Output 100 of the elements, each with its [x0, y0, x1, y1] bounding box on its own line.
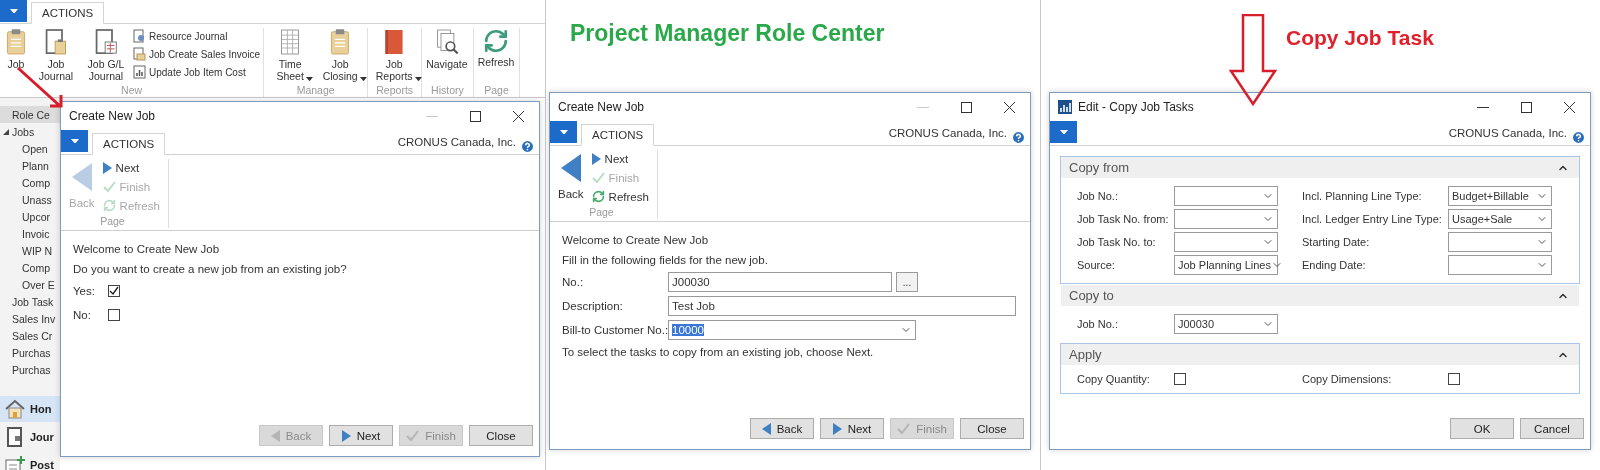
sidebar-item[interactable]: Role Ce: [0, 106, 60, 123]
help-icon[interactable]: [520, 139, 535, 154]
refresh-icon: [591, 190, 605, 203]
dropdown-field[interactable]: [1174, 232, 1278, 252]
check-icon: [897, 422, 911, 435]
sidebar-item[interactable]: Open: [0, 140, 60, 157]
company-name: CRONUS Canada, Inc.: [888, 127, 1007, 139]
caret-icon: [9, 8, 18, 14]
next-arrow-icon: [341, 429, 351, 442]
group-label: Manage: [296, 83, 335, 98]
actions-tab[interactable]: ACTIONS: [31, 2, 105, 24]
help-icon[interactable]: [1571, 130, 1586, 145]
next-button[interactable]: Next: [820, 418, 884, 439]
back-button[interactable]: Back: [750, 418, 814, 439]
refresh-action[interactable]: Refresh: [591, 188, 649, 205]
check-icon: [406, 429, 420, 442]
section-header[interactable]: Copy from: [1061, 157, 1579, 178]
instruction-text: Fill in the following fields for the new job.: [562, 253, 769, 268]
ribbon-button[interactable]: Refresh: [476, 28, 517, 68]
lookup-button[interactable]: ...: [896, 272, 918, 292]
sidebar-item[interactable]: Plann: [0, 157, 60, 174]
ribbon-button[interactable]: Resource Journal: [133, 28, 261, 44]
refresh-icon: [483, 28, 509, 54]
dialog-button[interactable]: OK: [1450, 418, 1514, 439]
dropdown-field[interactable]: [1448, 255, 1552, 275]
close-icon: [1004, 101, 1015, 113]
input-field[interactable]: J00030: [668, 272, 892, 292]
group-label: Page: [100, 214, 125, 228]
navigation-button[interactable]: Post: [0, 452, 60, 470]
sidebar-item[interactable]: Comp: [0, 174, 60, 191]
dialog-button[interactable]: Cancel: [1520, 418, 1584, 439]
ribbon-button[interactable]: Job: [3, 28, 30, 70]
checkbox[interactable]: [108, 309, 120, 321]
field-label: Incl. Ledger Entry Line Type:: [1302, 213, 1443, 225]
dropdown-field[interactable]: 10000: [668, 320, 916, 340]
ribbon-button[interactable]: Update Job Item Cost: [133, 64, 261, 80]
dropdown-field[interactable]: Usage+Sale: [1448, 209, 1552, 229]
dropdown-field[interactable]: Budget+Billable: [1448, 186, 1552, 206]
caret-icon: [1059, 129, 1068, 135]
checkbox[interactable]: [1174, 373, 1186, 385]
group-label: Reports: [376, 83, 414, 98]
section-header[interactable]: Apply: [1061, 344, 1579, 365]
sidebar-item[interactable]: WIP N: [0, 242, 60, 259]
ribbon-button[interactable]: Job Reports: [371, 28, 419, 84]
sidebar-item[interactable]: Upcor: [0, 208, 60, 225]
actions-tab[interactable]: ACTIONS: [581, 124, 655, 146]
sidebar-item[interactable]: Unass: [0, 191, 60, 208]
next-button[interactable]: Next: [329, 425, 393, 446]
back-arrow-icon: [71, 163, 92, 191]
dropdown-field[interactable]: [1174, 186, 1278, 206]
back-button[interactable]: Back: [554, 150, 588, 205]
group-label: New: [121, 83, 143, 98]
sidebar-item[interactable]: Comp: [0, 259, 60, 276]
maximize-icon: [961, 101, 972, 113]
dropdown-caret-icon: [359, 77, 367, 82]
next-action[interactable]: Next: [102, 159, 160, 176]
sidebar-item[interactable]: Purchas: [0, 361, 60, 378]
checkbox[interactable]: [1448, 373, 1460, 385]
section-header[interactable]: Copy to: [1061, 285, 1579, 306]
sidebar-item[interactable]: Purchas: [0, 344, 60, 361]
sidebar-item[interactable]: Over E: [0, 276, 60, 293]
field-label: Ending Date:: [1302, 259, 1367, 271]
documents-search-icon: [434, 28, 459, 56]
ribbon-button[interactable]: Navigate: [425, 28, 470, 70]
dialog-button[interactable]: Close: [960, 418, 1024, 439]
menu-button[interactable]: [61, 130, 88, 152]
chart-document-icon: [133, 65, 146, 79]
ribbon-button[interactable]: Time Sheet: [267, 28, 315, 84]
next-action[interactable]: Next: [591, 150, 649, 167]
menu-button[interactable]: [0, 0, 27, 22]
sidebar-item[interactable]: Invoic: [0, 225, 60, 242]
actions-tab[interactable]: ACTIONS: [92, 133, 166, 155]
dropdown-field[interactable]: J00030: [1174, 314, 1278, 334]
help-icon[interactable]: [1011, 130, 1026, 145]
next-arrow-icon: [102, 161, 112, 174]
input-field[interactable]: Test Job: [668, 296, 1016, 316]
caret-icon: [559, 129, 568, 135]
sidebar-item[interactable]: Sales Inv: [0, 310, 60, 327]
field-label: Yes:: [73, 285, 96, 297]
ribbon-button[interactable]: Job Closing: [317, 28, 365, 84]
dropdown-field[interactable]: [1174, 209, 1278, 229]
dialog-button[interactable]: Close: [469, 425, 533, 446]
menu-button[interactable]: [1050, 121, 1077, 143]
dropdown-field[interactable]: [1448, 232, 1552, 252]
sidebar-item[interactable]: Jobs: [0, 123, 60, 140]
instruction-text: Welcome to Create New Job: [562, 233, 710, 248]
refresh-icon: [102, 199, 116, 212]
navigation-button[interactable]: Hon: [0, 396, 60, 422]
ribbon-button[interactable]: Job G/L Journal: [83, 28, 130, 82]
ribbon-button[interactable]: Job Create Sales Invoice: [133, 46, 261, 62]
group-label: Page: [589, 205, 614, 219]
checkbox[interactable]: [108, 285, 120, 297]
navigation-button[interactable]: Jour: [0, 424, 60, 450]
ribbon-button[interactable]: Job Journal: [33, 28, 80, 82]
field-value: J00030: [1178, 318, 1215, 330]
sidebar-item[interactable]: Job Task: [0, 293, 60, 310]
dropdown-field[interactable]: Job Planning Lines: [1174, 255, 1278, 275]
menu-button[interactable]: [550, 121, 577, 143]
sidebar-item[interactable]: Sales Cr: [0, 327, 60, 344]
close-icon: [513, 110, 524, 122]
